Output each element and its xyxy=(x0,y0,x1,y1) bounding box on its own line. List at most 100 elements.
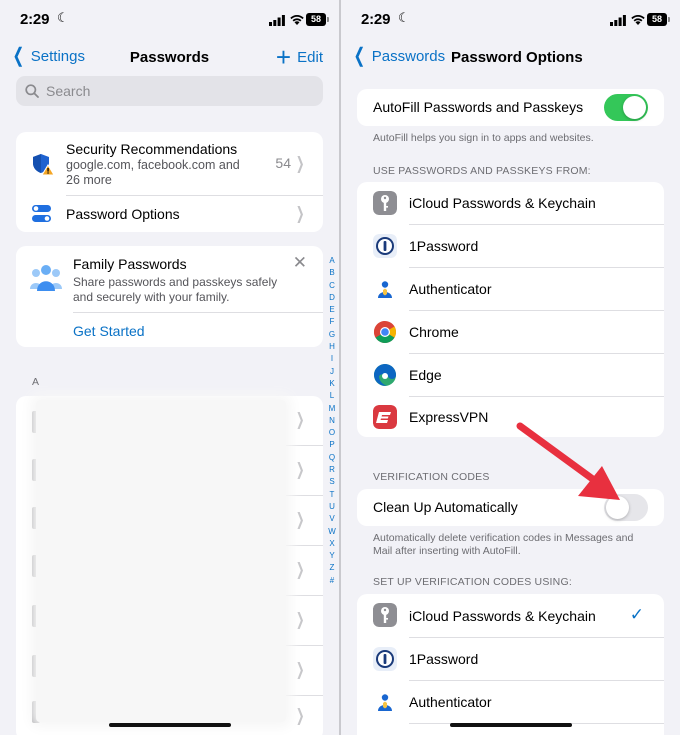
authenticator-icon xyxy=(373,277,397,301)
redacted-area xyxy=(36,400,286,722)
status-bar: 2:29 ☾ 58 xyxy=(0,10,339,30)
autofill-label: AutoFill Passwords and Passkeys xyxy=(373,99,584,115)
autofill-card: AutoFill Passwords and Passkeys xyxy=(357,89,664,126)
family-subtitle: Share passwords and passkeys safely and … xyxy=(73,275,278,304)
chevron-right-icon: ❯ xyxy=(295,154,305,173)
chrome-icon xyxy=(374,321,396,343)
wifi-icon xyxy=(631,14,645,25)
family-passwords-card: Family Passwords Share passwords and pas… xyxy=(16,246,323,347)
security-recommendations-row[interactable]: Security Recommendations google.com, fac… xyxy=(16,132,323,194)
provider-label: ExpressVPN xyxy=(409,409,489,425)
cellular-signal-icon xyxy=(269,15,285,26)
battery-icon: 58 xyxy=(647,13,670,26)
provider-label: iCloud Passwords & Keychain xyxy=(409,195,596,211)
index-letter[interactable]: G xyxy=(329,329,335,341)
verification-header: VERIFICATION CODES xyxy=(373,471,490,483)
setup-row-authenticator[interactable]: Authenticator xyxy=(357,681,664,723)
search-input[interactable]: Search xyxy=(16,76,323,106)
security-count: 54 xyxy=(275,155,291,171)
moon-icon: ☾ xyxy=(57,10,69,25)
index-letter[interactable]: Q xyxy=(329,452,335,464)
provider-row-edge[interactable]: Edge xyxy=(357,354,664,396)
chevron-right-icon: ❯ xyxy=(295,204,305,223)
provider-label: Edge xyxy=(409,367,442,383)
index-letter[interactable]: Z xyxy=(330,562,335,574)
index-letter[interactable]: Y xyxy=(329,550,334,562)
status-time: 2:29 xyxy=(361,11,391,28)
get-started-link[interactable]: Get Started xyxy=(73,323,145,339)
index-letter[interactable]: U xyxy=(329,501,335,513)
index-letter[interactable]: D xyxy=(329,292,335,304)
index-letter[interactable]: I xyxy=(331,353,333,365)
edge-icon xyxy=(374,364,396,386)
index-letter[interactable]: N xyxy=(329,415,335,427)
index-letter[interactable]: M xyxy=(329,403,336,415)
setup-row-1password[interactable]: 1Password xyxy=(357,638,664,680)
family-title: Family Passwords xyxy=(73,256,187,272)
status-time: 2:29 xyxy=(20,11,50,28)
index-letter[interactable]: E xyxy=(329,304,334,316)
use-from-header: USE PASSWORDS AND PASSKEYS FROM: xyxy=(373,165,591,177)
page-title: Password Options xyxy=(451,49,583,66)
index-letter[interactable]: F xyxy=(330,316,335,328)
index-letter[interactable]: A xyxy=(329,255,334,267)
provider-row-authenticator[interactable]: Authenticator xyxy=(357,268,664,310)
index-letter[interactable]: O xyxy=(329,427,335,439)
close-icon[interactable]: ✕ xyxy=(293,253,307,273)
setup-label: Authenticator xyxy=(409,694,492,710)
provider-row-chrome[interactable]: Chrome xyxy=(357,311,664,353)
password-options-row[interactable]: Password Options ❯ xyxy=(16,196,323,232)
setup-list: iCloud Passwords & Keychain ✓ 1Password … xyxy=(357,594,664,735)
index-letter[interactable]: T xyxy=(330,489,335,501)
index-letter[interactable]: K xyxy=(329,378,334,390)
status-bar: 2:29 ☾ 58 xyxy=(341,10,680,30)
index-letter[interactable]: X xyxy=(329,538,334,550)
add-icon[interactable]: + xyxy=(276,42,291,73)
index-letter[interactable]: C xyxy=(329,280,335,292)
home-indicator xyxy=(449,723,572,727)
alphabet-index[interactable]: A B C D E F G H I J K L M N O P Q R S T U V W X Y Z # xyxy=(327,255,337,587)
search-placeholder: Search xyxy=(46,83,91,99)
expressvpn-icon xyxy=(373,405,397,429)
security-title: Security Recommendations xyxy=(66,141,238,157)
toggles-icon xyxy=(32,205,51,222)
key-icon xyxy=(373,603,397,627)
index-letter[interactable]: S xyxy=(329,476,334,488)
passwords-screen: 2:29 ☾ 58 ❮ Settings Passwords + Edit Se… xyxy=(0,0,339,735)
index-letter[interactable]: P xyxy=(329,439,334,451)
index-letter[interactable]: H xyxy=(329,341,335,353)
back-button-label: Passwords xyxy=(371,47,446,65)
key-icon xyxy=(373,191,397,215)
battery-icon: 58 xyxy=(306,13,329,26)
autofill-toggle[interactable] xyxy=(604,94,648,121)
index-letter[interactable]: W xyxy=(328,526,336,538)
index-letter[interactable]: B xyxy=(329,267,334,279)
back-button[interactable]: ❮ Passwords xyxy=(351,45,446,67)
setup-label: 1Password xyxy=(409,651,479,667)
edit-button[interactable]: Edit xyxy=(297,49,323,66)
cellular-signal-icon xyxy=(610,15,626,26)
1password-icon xyxy=(373,234,397,258)
verification-footer: Automatically delete verification codes … xyxy=(373,532,634,557)
home-indicator xyxy=(108,723,231,727)
setup-row-icloud[interactable]: iCloud Passwords & Keychain ✓ xyxy=(357,594,664,637)
index-letter[interactable]: J xyxy=(330,366,334,378)
divider xyxy=(73,312,323,313)
chevron-left-icon: ❮ xyxy=(353,45,366,67)
index-letter[interactable]: # xyxy=(330,575,334,587)
provider-label: Chrome xyxy=(409,324,459,340)
index-letter[interactable]: R xyxy=(329,464,335,476)
index-letter[interactable]: V xyxy=(329,513,334,525)
1password-icon xyxy=(373,647,397,671)
search-icon xyxy=(25,84,39,98)
provider-label: Authenticator xyxy=(409,281,492,297)
provider-row-icloud[interactable]: iCloud Passwords & Keychain xyxy=(357,182,664,225)
authenticator-icon xyxy=(373,690,397,714)
setup-header: SET UP VERIFICATION CODES USING: xyxy=(373,576,572,588)
nav-bar: ❮ Passwords Password Options xyxy=(341,46,680,70)
provider-row-1password[interactable]: 1Password xyxy=(357,225,664,267)
provider-label: 1Password xyxy=(409,238,479,254)
wifi-icon xyxy=(290,14,304,25)
password-options-screen: 2:29 ☾ 58 ❮ Passwords Password Options A… xyxy=(341,0,680,735)
index-letter[interactable]: L xyxy=(330,390,334,402)
